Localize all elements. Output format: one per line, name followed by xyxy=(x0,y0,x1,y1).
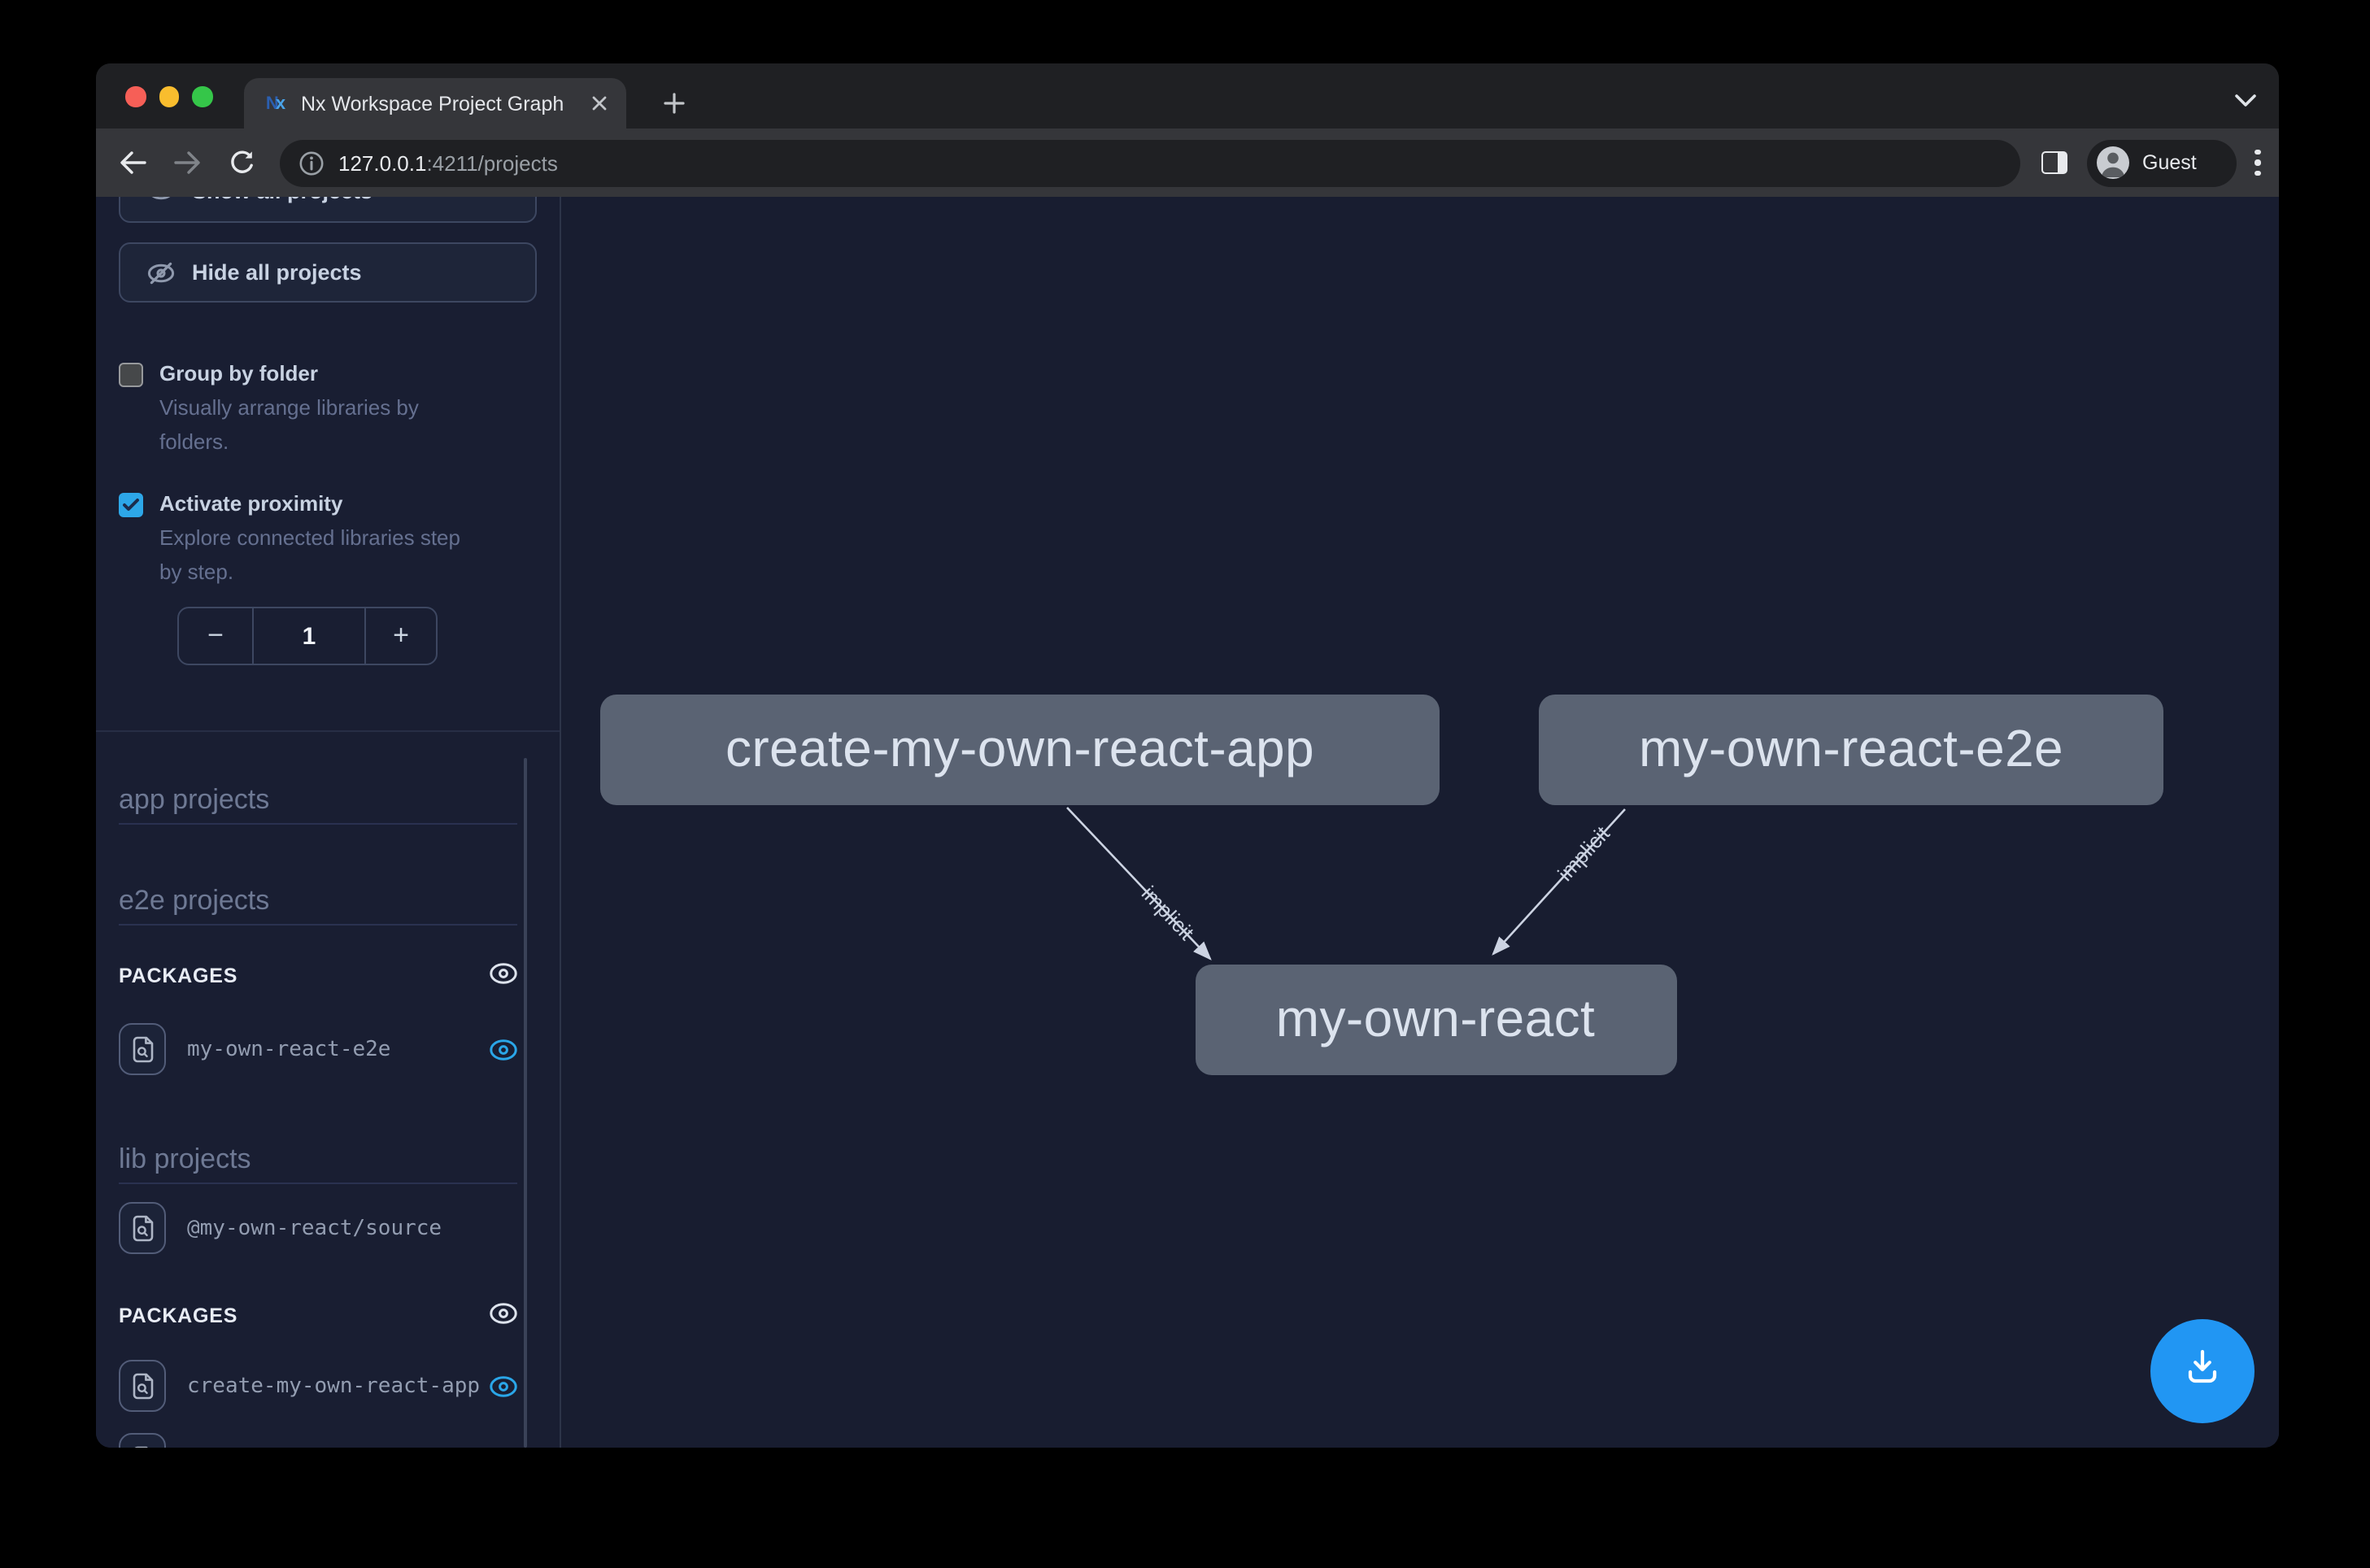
option-row: Activate proximity Explore connected libr… xyxy=(119,491,537,589)
project-name: @my-own-react/source xyxy=(187,1216,517,1240)
unchecked-checkbox[interactable] xyxy=(119,363,143,387)
eye-off-icon xyxy=(146,258,176,287)
project-row: create-my-own-react-app xyxy=(119,1360,517,1412)
tab-list-chevron-icon[interactable] xyxy=(2235,86,2256,115)
project-list: app projects e2e projects PACKAGES my-own-r… xyxy=(96,784,560,1448)
graph-node-my-own-react[interactable]: my-own-react xyxy=(1195,965,1676,1074)
open-project-details-button[interactable] xyxy=(119,1360,166,1412)
sidebar: Show all projects Hide all projects Grou… xyxy=(96,197,561,1448)
graph-node-create-my-own-react-app[interactable]: create-my-own-react-app xyxy=(600,694,1440,805)
nx-favicon: Nx xyxy=(262,90,288,116)
browser-toolbar: 127.0.0.1:4211/projects Guest xyxy=(96,128,2279,197)
project-name: my-own-react xyxy=(187,1447,490,1448)
divider xyxy=(96,730,560,732)
profile-label: Guest xyxy=(2142,151,2197,174)
option-label: Activate proximity xyxy=(159,491,485,517)
packages-label: PACKAGES xyxy=(119,1304,237,1327)
browser-menu-icon[interactable] xyxy=(2255,150,2261,176)
checked-checkbox[interactable] xyxy=(119,493,143,517)
graph-node-my-own-react-e2e[interactable]: my-own-react-e2e xyxy=(1539,694,2163,805)
packages-label: PACKAGES xyxy=(119,965,237,987)
sidebar-controls: Show all projects Hide all projects Grou… xyxy=(96,197,560,732)
edge-label: implicit xyxy=(1137,881,1200,945)
hide-all-projects-button[interactable]: Hide all projects xyxy=(119,242,537,303)
project-row: my-own-react xyxy=(119,1433,517,1448)
profile-button[interactable]: Guest xyxy=(2087,139,2237,186)
graph-canvas[interactable]: implicit implicit create-my-own-react-app… xyxy=(561,197,2279,1448)
option-description: Visually arrange libraries by folders. xyxy=(159,390,485,459)
url-host: 127.0.0.1 xyxy=(338,150,426,175)
project-visibility-eye-icon[interactable] xyxy=(490,1039,517,1060)
proximity-value: 1 xyxy=(254,608,364,664)
section-header-app: app projects xyxy=(119,784,517,825)
increment-button[interactable]: + xyxy=(364,608,436,664)
packages-header: PACKAGES xyxy=(119,963,517,989)
screen: Nx Nx Workspace Project Graph xyxy=(0,0,2370,1568)
packages-header: PACKAGES xyxy=(119,1303,517,1329)
project-row: @my-own-react/source xyxy=(119,1202,517,1254)
option-list: Group by folder Visually arrange librarie… xyxy=(119,361,537,589)
open-project-details-button[interactable] xyxy=(119,1023,166,1075)
sidebar-scrollbar-thumb[interactable] xyxy=(523,758,527,1448)
edge-label: implicit xyxy=(1553,821,1614,886)
tab-strip: Nx Nx Workspace Project Graph xyxy=(96,63,2279,128)
browser-tab[interactable]: Nx Nx Workspace Project Graph xyxy=(244,78,626,128)
url-text: 127.0.0.1:4211/projects xyxy=(338,150,558,175)
hide-all-projects-label: Hide all projects xyxy=(192,260,362,285)
project-row: my-own-react-e2e xyxy=(119,1023,517,1075)
new-tab-button[interactable] xyxy=(656,85,691,120)
project-name: create-my-own-react-app xyxy=(187,1374,490,1398)
project-name: my-own-react-e2e xyxy=(187,1037,490,1061)
tab-close-icon[interactable] xyxy=(586,89,613,117)
open-project-details-button[interactable] xyxy=(119,1202,166,1254)
close-window-button[interactable] xyxy=(125,86,146,107)
show-all-projects-label: Show all projects xyxy=(192,197,372,203)
reload-icon[interactable] xyxy=(221,142,264,184)
url-bar[interactable]: 127.0.0.1:4211/projects xyxy=(280,139,2020,186)
option-label: Group by folder xyxy=(159,361,485,387)
minimize-window-button[interactable] xyxy=(159,86,179,107)
forward-icon[interactable] xyxy=(166,142,208,184)
proximity-stepper: − 1 + xyxy=(177,607,438,665)
eye-icon xyxy=(146,197,176,205)
nx-graph-app: Show all projects Hide all projects Grou… xyxy=(96,197,2279,1448)
site-info-icon[interactable] xyxy=(299,150,324,175)
toggle-all-visibility-eye-icon[interactable] xyxy=(490,963,517,989)
avatar-icon xyxy=(2097,146,2129,179)
section-header-lib: lib projects xyxy=(119,1143,517,1184)
download-image-button[interactable] xyxy=(2150,1318,2254,1422)
side-panel-icon[interactable] xyxy=(2041,151,2067,174)
fullscreen-window-button[interactable] xyxy=(192,86,212,107)
option-text: Activate proximity Explore connected libr… xyxy=(159,491,485,589)
tab-title: Nx Workspace Project Graph xyxy=(301,92,586,115)
show-all-projects-button[interactable]: Show all projects xyxy=(119,197,537,223)
edge-layer: implicit implicit xyxy=(561,197,2279,1448)
browser-window: Nx Nx Workspace Project Graph xyxy=(96,63,2279,1448)
option-description: Explore connected libraries step by step… xyxy=(159,520,485,589)
toggle-all-visibility-eye-icon[interactable] xyxy=(490,1303,517,1329)
option-row: Group by folder Visually arrange librarie… xyxy=(119,361,537,459)
open-project-details-button[interactable] xyxy=(119,1433,166,1448)
back-icon[interactable] xyxy=(111,142,153,184)
project-visibility-eye-icon[interactable] xyxy=(490,1375,517,1396)
download-icon xyxy=(2180,1345,2223,1396)
option-text: Group by folder Visually arrange librarie… xyxy=(159,361,485,459)
section-header-e2e: e2e projects xyxy=(119,885,517,926)
url-path: :4211/projects xyxy=(426,150,557,175)
decrement-button[interactable]: − xyxy=(179,608,254,664)
